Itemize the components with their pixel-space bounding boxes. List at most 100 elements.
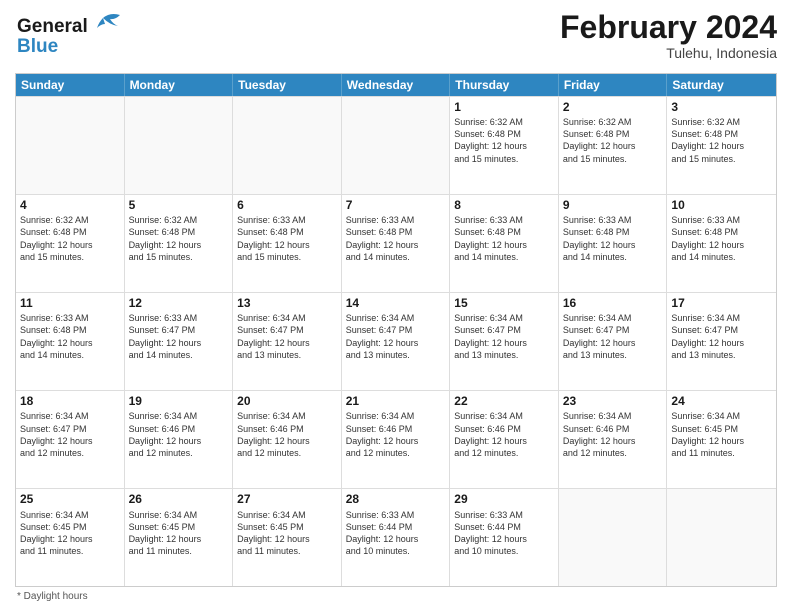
- header-day-tuesday: Tuesday: [233, 74, 342, 96]
- day-info: Sunrise: 6:33 AM Sunset: 6:44 PM Dayligh…: [454, 509, 554, 558]
- calendar-week-3: 11Sunrise: 6:33 AM Sunset: 6:48 PM Dayli…: [16, 292, 776, 390]
- day-number: 17: [671, 296, 772, 312]
- svg-text:General: General: [17, 16, 88, 37]
- calendar-cell: 23Sunrise: 6:34 AM Sunset: 6:46 PM Dayli…: [559, 391, 668, 488]
- day-info: Sunrise: 6:34 AM Sunset: 6:47 PM Dayligh…: [20, 410, 120, 459]
- day-info: Sunrise: 6:34 AM Sunset: 6:45 PM Dayligh…: [237, 509, 337, 558]
- day-info: Sunrise: 6:33 AM Sunset: 6:48 PM Dayligh…: [237, 214, 337, 263]
- calendar-title: February 2024: [560, 10, 777, 45]
- calendar-cell: [342, 97, 451, 194]
- day-number: 5: [129, 198, 229, 214]
- day-number: 1: [454, 100, 554, 116]
- day-number: 21: [346, 394, 446, 410]
- day-info: Sunrise: 6:34 AM Sunset: 6:45 PM Dayligh…: [20, 509, 120, 558]
- day-number: 23: [563, 394, 663, 410]
- svg-text:Blue: Blue: [17, 36, 58, 57]
- day-info: Sunrise: 6:34 AM Sunset: 6:47 PM Dayligh…: [346, 312, 446, 361]
- day-number: 25: [20, 492, 120, 508]
- logo-svg: General Blue: [15, 10, 125, 60]
- calendar-cell: 1Sunrise: 6:32 AM Sunset: 6:48 PM Daylig…: [450, 97, 559, 194]
- calendar-cell: 13Sunrise: 6:34 AM Sunset: 6:47 PM Dayli…: [233, 293, 342, 390]
- day-info: Sunrise: 6:33 AM Sunset: 6:48 PM Dayligh…: [454, 214, 554, 263]
- day-number: 9: [563, 198, 663, 214]
- calendar-cell: 24Sunrise: 6:34 AM Sunset: 6:45 PM Dayli…: [667, 391, 776, 488]
- day-info: Sunrise: 6:32 AM Sunset: 6:48 PM Dayligh…: [20, 214, 120, 263]
- calendar-cell: 15Sunrise: 6:34 AM Sunset: 6:47 PM Dayli…: [450, 293, 559, 390]
- day-number: 19: [129, 394, 229, 410]
- day-number: 26: [129, 492, 229, 508]
- calendar-cell: 8Sunrise: 6:33 AM Sunset: 6:48 PM Daylig…: [450, 195, 559, 292]
- day-info: Sunrise: 6:33 AM Sunset: 6:48 PM Dayligh…: [563, 214, 663, 263]
- day-info: Sunrise: 6:32 AM Sunset: 6:48 PM Dayligh…: [671, 116, 772, 165]
- day-info: Sunrise: 6:34 AM Sunset: 6:46 PM Dayligh…: [237, 410, 337, 459]
- day-info: Sunrise: 6:34 AM Sunset: 6:47 PM Dayligh…: [671, 312, 772, 361]
- day-number: 20: [237, 394, 337, 410]
- page: General Blue February 2024 Tulehu, Indon…: [0, 0, 792, 612]
- header-day-sunday: Sunday: [16, 74, 125, 96]
- calendar-cell: 11Sunrise: 6:33 AM Sunset: 6:48 PM Dayli…: [16, 293, 125, 390]
- calendar-cell: [125, 97, 234, 194]
- day-info: Sunrise: 6:33 AM Sunset: 6:44 PM Dayligh…: [346, 509, 446, 558]
- calendar-cell: 2Sunrise: 6:32 AM Sunset: 6:48 PM Daylig…: [559, 97, 668, 194]
- day-info: Sunrise: 6:32 AM Sunset: 6:48 PM Dayligh…: [454, 116, 554, 165]
- calendar-cell: 16Sunrise: 6:34 AM Sunset: 6:47 PM Dayli…: [559, 293, 668, 390]
- day-info: Sunrise: 6:33 AM Sunset: 6:48 PM Dayligh…: [20, 312, 120, 361]
- day-info: Sunrise: 6:34 AM Sunset: 6:46 PM Dayligh…: [129, 410, 229, 459]
- day-info: Sunrise: 6:34 AM Sunset: 6:47 PM Dayligh…: [454, 312, 554, 361]
- calendar-cell: 19Sunrise: 6:34 AM Sunset: 6:46 PM Dayli…: [125, 391, 234, 488]
- day-info: Sunrise: 6:34 AM Sunset: 6:46 PM Dayligh…: [563, 410, 663, 459]
- day-number: 24: [671, 394, 772, 410]
- calendar-cell: 29Sunrise: 6:33 AM Sunset: 6:44 PM Dayli…: [450, 489, 559, 586]
- day-info: Sunrise: 6:33 AM Sunset: 6:47 PM Dayligh…: [129, 312, 229, 361]
- day-info: Sunrise: 6:34 AM Sunset: 6:46 PM Dayligh…: [454, 410, 554, 459]
- calendar-cell: 20Sunrise: 6:34 AM Sunset: 6:46 PM Dayli…: [233, 391, 342, 488]
- calendar-cell: 22Sunrise: 6:34 AM Sunset: 6:46 PM Dayli…: [450, 391, 559, 488]
- calendar-cell: [16, 97, 125, 194]
- calendar-cell: 4Sunrise: 6:32 AM Sunset: 6:48 PM Daylig…: [16, 195, 125, 292]
- footer-note: * Daylight hours: [15, 591, 777, 602]
- logo-text: General Blue: [15, 10, 125, 65]
- calendar-cell: 25Sunrise: 6:34 AM Sunset: 6:45 PM Dayli…: [16, 489, 125, 586]
- calendar-cell: 26Sunrise: 6:34 AM Sunset: 6:45 PM Dayli…: [125, 489, 234, 586]
- day-number: 29: [454, 492, 554, 508]
- logo: General Blue: [15, 10, 125, 65]
- calendar-cell: 18Sunrise: 6:34 AM Sunset: 6:47 PM Dayli…: [16, 391, 125, 488]
- calendar-header: SundayMondayTuesdayWednesdayThursdayFrid…: [16, 74, 776, 96]
- calendar-cell: [559, 489, 668, 586]
- calendar-body: 1Sunrise: 6:32 AM Sunset: 6:48 PM Daylig…: [16, 96, 776, 586]
- calendar: SundayMondayTuesdayWednesdayThursdayFrid…: [15, 73, 777, 587]
- calendar-cell: 10Sunrise: 6:33 AM Sunset: 6:48 PM Dayli…: [667, 195, 776, 292]
- day-number: 13: [237, 296, 337, 312]
- header-day-thursday: Thursday: [450, 74, 559, 96]
- calendar-cell: 3Sunrise: 6:32 AM Sunset: 6:48 PM Daylig…: [667, 97, 776, 194]
- calendar-week-1: 1Sunrise: 6:32 AM Sunset: 6:48 PM Daylig…: [16, 96, 776, 194]
- calendar-cell: 17Sunrise: 6:34 AM Sunset: 6:47 PM Dayli…: [667, 293, 776, 390]
- header: General Blue February 2024 Tulehu, Indon…: [15, 10, 777, 65]
- day-number: 8: [454, 198, 554, 214]
- day-info: Sunrise: 6:33 AM Sunset: 6:48 PM Dayligh…: [671, 214, 772, 263]
- title-block: February 2024 Tulehu, Indonesia: [560, 10, 777, 61]
- day-info: Sunrise: 6:32 AM Sunset: 6:48 PM Dayligh…: [129, 214, 229, 263]
- header-day-wednesday: Wednesday: [342, 74, 451, 96]
- day-number: 10: [671, 198, 772, 214]
- calendar-cell: 14Sunrise: 6:34 AM Sunset: 6:47 PM Dayli…: [342, 293, 451, 390]
- calendar-cell: 5Sunrise: 6:32 AM Sunset: 6:48 PM Daylig…: [125, 195, 234, 292]
- day-number: 28: [346, 492, 446, 508]
- calendar-cell: 7Sunrise: 6:33 AM Sunset: 6:48 PM Daylig…: [342, 195, 451, 292]
- day-info: Sunrise: 6:34 AM Sunset: 6:47 PM Dayligh…: [237, 312, 337, 361]
- day-info: Sunrise: 6:32 AM Sunset: 6:48 PM Dayligh…: [563, 116, 663, 165]
- calendar-cell: 21Sunrise: 6:34 AM Sunset: 6:46 PM Dayli…: [342, 391, 451, 488]
- day-number: 12: [129, 296, 229, 312]
- day-number: 6: [237, 198, 337, 214]
- header-day-monday: Monday: [125, 74, 234, 96]
- day-number: 4: [20, 198, 120, 214]
- calendar-cell: 9Sunrise: 6:33 AM Sunset: 6:48 PM Daylig…: [559, 195, 668, 292]
- calendar-cell: 6Sunrise: 6:33 AM Sunset: 6:48 PM Daylig…: [233, 195, 342, 292]
- day-number: 27: [237, 492, 337, 508]
- calendar-cell: [233, 97, 342, 194]
- day-info: Sunrise: 6:33 AM Sunset: 6:48 PM Dayligh…: [346, 214, 446, 263]
- calendar-week-5: 25Sunrise: 6:34 AM Sunset: 6:45 PM Dayli…: [16, 488, 776, 586]
- calendar-week-4: 18Sunrise: 6:34 AM Sunset: 6:47 PM Dayli…: [16, 390, 776, 488]
- header-day-friday: Friday: [559, 74, 668, 96]
- calendar-subtitle: Tulehu, Indonesia: [560, 45, 777, 61]
